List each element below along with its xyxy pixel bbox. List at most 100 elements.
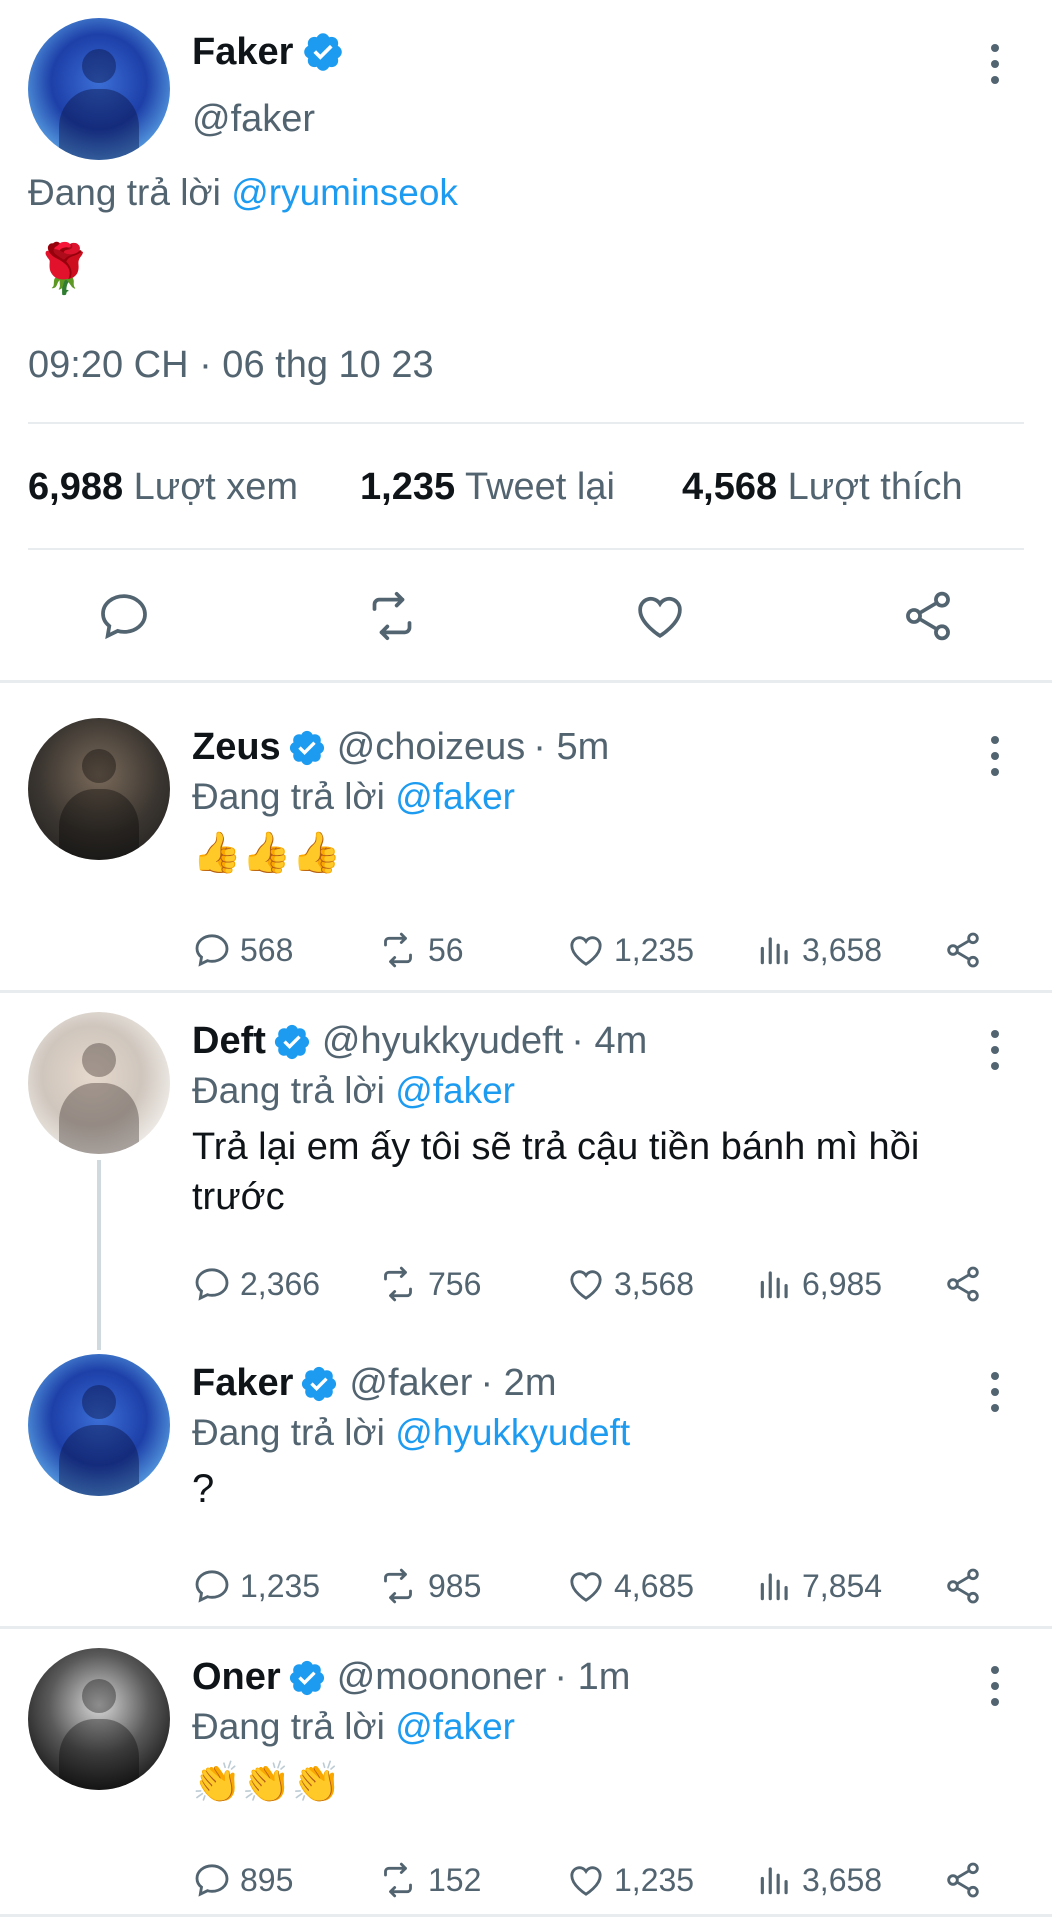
replying-to-link[interactable]: @faker bbox=[395, 1070, 515, 1111]
author-name[interactable]: Oner bbox=[192, 1656, 281, 1699]
reply-icon bbox=[195, 1570, 229, 1603]
like-count: 4,685 bbox=[614, 1567, 695, 1604]
replying-to-link[interactable]: @ryuminseok bbox=[231, 172, 458, 213]
replying-to: Đang trả lời @hyukkyudeft bbox=[192, 1412, 630, 1454]
share-icon bbox=[947, 1266, 979, 1302]
author-name[interactable]: Faker bbox=[192, 31, 293, 74]
retweets-stat[interactable]: 1,235 Tweet lại bbox=[360, 466, 615, 509]
likes-stat[interactable]: 4,568 Lượt thích bbox=[682, 466, 963, 509]
avatar[interactable] bbox=[28, 1648, 170, 1790]
retweet-action[interactable]: 756 bbox=[376, 1264, 481, 1304]
share-action[interactable] bbox=[942, 1566, 992, 1606]
views-count: 7,854 bbox=[802, 1567, 883, 1604]
views-action[interactable]: 3,658 bbox=[756, 1860, 882, 1900]
retweet-icon[interactable] bbox=[362, 588, 422, 644]
share-action[interactable] bbox=[942, 1264, 992, 1304]
views-count: 3,658 bbox=[802, 1861, 883, 1898]
tweet-content: Trả lại em ấy tôi sẽ trả cậu tiền bánh m… bbox=[192, 1126, 920, 1218]
replying-prefix: Đang trả lời bbox=[28, 172, 221, 213]
reply-icon bbox=[195, 1864, 229, 1897]
more-options-icon[interactable] bbox=[975, 1662, 1015, 1710]
section-separator bbox=[0, 1626, 1052, 1629]
tweet-time[interactable]: · 1m bbox=[554, 1656, 630, 1699]
like-action[interactable]: 4,685 bbox=[566, 1566, 694, 1606]
like-icon bbox=[570, 936, 602, 966]
author-name[interactable]: Zeus bbox=[192, 726, 281, 769]
verified-badge-icon bbox=[289, 1660, 324, 1695]
share-icon bbox=[947, 932, 979, 968]
replying-prefix: Đang trả lời bbox=[192, 1706, 385, 1747]
more-options-icon[interactable] bbox=[975, 1026, 1015, 1074]
verified-badge-icon bbox=[289, 730, 324, 765]
replying-prefix: Đang trả lời bbox=[192, 1070, 385, 1111]
avatar[interactable] bbox=[28, 18, 170, 160]
views-action[interactable]: 3,658 bbox=[756, 930, 882, 970]
share-action[interactable] bbox=[942, 930, 992, 970]
reply-action[interactable]: 568 bbox=[192, 930, 293, 970]
share-icon[interactable] bbox=[900, 588, 956, 644]
section-separator bbox=[0, 680, 1052, 683]
replying-to: Đang trả lời @faker bbox=[192, 1706, 515, 1748]
views-icon bbox=[760, 1271, 788, 1299]
views-action[interactable]: 7,854 bbox=[756, 1566, 882, 1606]
more-options-icon[interactable] bbox=[975, 732, 1015, 780]
reply-count: 1,235 bbox=[240, 1567, 321, 1604]
reply-icon[interactable] bbox=[96, 588, 152, 644]
more-options-icon[interactable] bbox=[975, 1368, 1015, 1416]
reply-count: 895 bbox=[240, 1861, 294, 1898]
author-handle[interactable]: @faker bbox=[349, 1362, 472, 1405]
retweet-icon bbox=[384, 932, 412, 968]
like-count: 1,235 bbox=[614, 1861, 695, 1898]
author-handle[interactable]: @faker bbox=[192, 98, 315, 141]
reply-action[interactable]: 2,366 bbox=[192, 1264, 320, 1304]
retweet-icon bbox=[384, 1266, 412, 1302]
like-icon[interactable] bbox=[632, 588, 688, 644]
share-icon bbox=[947, 1568, 979, 1604]
replying-to: Đang trả lời @faker bbox=[192, 776, 515, 818]
like-action[interactable]: 1,235 bbox=[566, 1860, 694, 1900]
retweet-count: 152 bbox=[428, 1861, 482, 1898]
author-name[interactable]: Faker bbox=[192, 1362, 293, 1405]
replying-to-link[interactable]: @faker bbox=[395, 1706, 515, 1747]
thread-connector bbox=[97, 1160, 101, 1350]
avatar[interactable] bbox=[28, 1354, 170, 1496]
author-handle[interactable]: @hyukkyudeft bbox=[322, 1020, 563, 1063]
avatar[interactable] bbox=[28, 1012, 170, 1154]
retweet-icon bbox=[384, 1568, 412, 1604]
verified-badge-icon bbox=[302, 1366, 337, 1401]
retweet-action[interactable]: 985 bbox=[376, 1566, 481, 1606]
tweet-content: 🌹 bbox=[34, 243, 94, 296]
replying-to: Đang trả lời @faker bbox=[192, 1070, 515, 1112]
tweet-content: 👏👏👏 bbox=[192, 1761, 342, 1805]
avatar[interactable] bbox=[28, 718, 170, 860]
retweet-action[interactable]: 56 bbox=[376, 930, 464, 970]
views-count: 6,985 bbox=[802, 1265, 883, 1302]
tweet-time[interactable]: · 4m bbox=[571, 1020, 647, 1063]
share-action[interactable] bbox=[942, 1860, 992, 1900]
author-handle[interactable]: @choizeus bbox=[337, 726, 526, 769]
tweet-timestamp[interactable]: 09:20 CH · 06 thg 10 23 bbox=[28, 344, 434, 387]
author-handle[interactable]: @moononer bbox=[337, 1656, 547, 1699]
like-action[interactable]: 1,235 bbox=[566, 930, 694, 970]
more-options-icon[interactable] bbox=[975, 40, 1015, 88]
like-icon bbox=[570, 1572, 602, 1602]
retweet-count: 756 bbox=[428, 1265, 482, 1302]
reply-action[interactable]: 1,235 bbox=[192, 1566, 320, 1606]
tweet-time[interactable]: · 2m bbox=[480, 1362, 556, 1405]
retweet-action[interactable]: 152 bbox=[376, 1860, 481, 1900]
retweet-count: 56 bbox=[428, 931, 464, 968]
replying-to-link[interactable]: @hyukkyudeft bbox=[395, 1412, 630, 1453]
views-stat[interactable]: 6,988 Lượt xem bbox=[28, 466, 298, 508]
like-action[interactable]: 3,568 bbox=[566, 1264, 694, 1304]
tweet-time[interactable]: · 5m bbox=[533, 726, 609, 769]
section-separator bbox=[0, 990, 1052, 993]
reply-action[interactable]: 895 bbox=[192, 1860, 293, 1900]
divider bbox=[28, 548, 1024, 550]
author-name[interactable]: Deft bbox=[192, 1020, 266, 1063]
views-action[interactable]: 6,985 bbox=[756, 1264, 882, 1304]
like-count: 1,235 bbox=[614, 931, 695, 968]
reply-count: 2,366 bbox=[240, 1265, 321, 1302]
replying-to-link[interactable]: @faker bbox=[395, 776, 515, 817]
tweet-content: 👍👍👍 bbox=[192, 831, 342, 875]
reply-count: 568 bbox=[240, 931, 294, 968]
